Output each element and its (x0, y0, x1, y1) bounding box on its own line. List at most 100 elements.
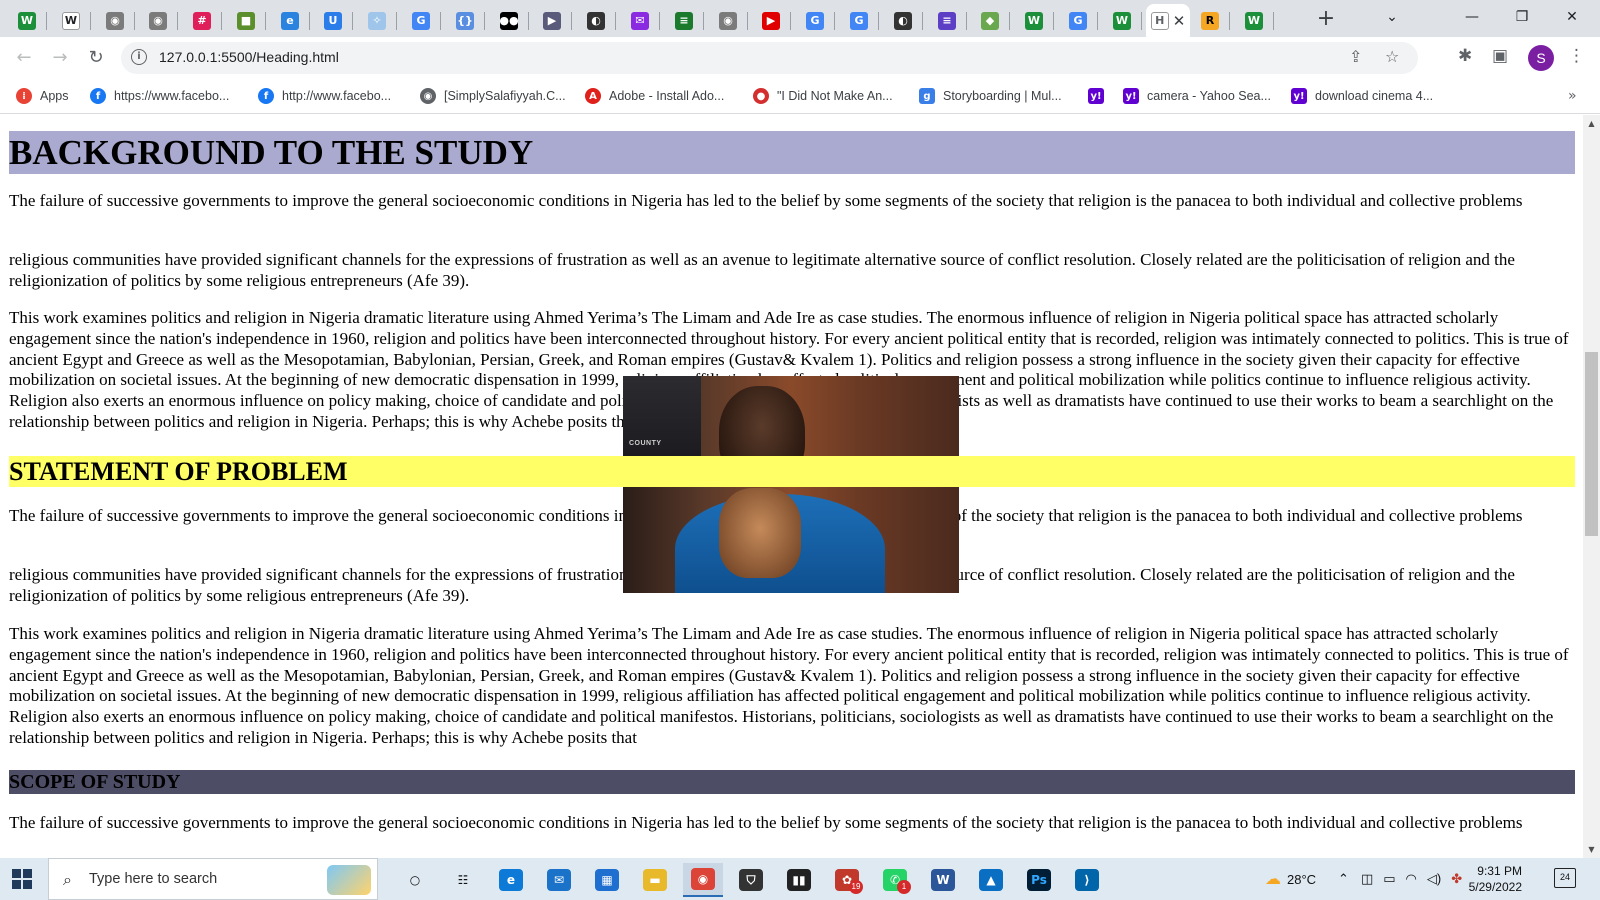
weather-icon[interactable]: ☁ (1265, 869, 1281, 889)
taskbar-app-task-view[interactable]: ○ (395, 863, 435, 897)
photo-poster-text: COUNTY (629, 440, 662, 447)
tab-medium[interactable]: ●● (489, 4, 529, 37)
tab-search-button[interactable]: ⌄ (1367, 0, 1417, 34)
bookmark-facebook[interactable]: f http://www.facebo... (258, 86, 391, 106)
taskbar-app-photoshop[interactable]: Ps (1019, 863, 1059, 897)
taskbar-app-photos[interactable]: ▲ (971, 863, 1011, 897)
braces-icon: {} (456, 11, 474, 30)
taskbar-app-whatsapp[interactable]: ✆ 1 (875, 863, 915, 897)
bookmark-apps-grid[interactable]: ⁞ Apps (16, 86, 69, 106)
tab-spark[interactable]: ✧ (357, 4, 397, 37)
bookmark-yahoo[interactable]: y! (1088, 86, 1112, 106)
tab-github[interactable]: ◐ (576, 4, 616, 37)
tab-wikipedia[interactable]: W (1014, 4, 1054, 37)
tab-wikipedia-book[interactable]: W (51, 4, 91, 37)
tab-slack[interactable]: # (182, 4, 222, 37)
bookmark-yahoo[interactable]: y! download cinema 4... (1291, 86, 1433, 106)
battery-icon[interactable]: ▭ (1383, 871, 1395, 887)
taskbar-app-vpn[interactable]: ⛉ (731, 863, 771, 897)
reload-button[interactable]: ↻ (82, 44, 110, 72)
bookmark-star-icon[interactable]: ☆ (1385, 47, 1399, 66)
taskbar-app-audio[interactable]: ▮▮ (779, 863, 819, 897)
menu-icon[interactable]: ⋮ (1568, 46, 1585, 66)
new-tab-button[interactable]: + (1312, 6, 1340, 34)
taskbar-app-widgets[interactable]: ☷ (443, 863, 483, 897)
tab-google[interactable]: G (839, 4, 879, 37)
search-placeholder[interactable]: Type here to search (89, 871, 217, 887)
extensions-icon[interactable]: ✱ (1458, 46, 1472, 66)
bookmark-pin[interactable]: ● "I Did Not Make An... (753, 86, 893, 106)
taskbar-app-vscode[interactable]: ⟩ (1067, 863, 1107, 897)
back-button[interactable]: ← (10, 44, 38, 72)
tab-wikipedia[interactable]: W (7, 4, 47, 37)
tab-youtube[interactable]: ▶ (751, 4, 791, 37)
tab-edge[interactable]: e (270, 4, 310, 37)
taskbar-app-colorful[interactable]: ✿ 19 (827, 863, 867, 897)
tab-braces[interactable]: {} (445, 4, 485, 37)
close-window-button[interactable]: ✕ (1547, 0, 1597, 34)
taskbar-app-explorer[interactable]: ▬ (635, 863, 675, 897)
tab-globe[interactable]: ◉ (95, 4, 135, 37)
tab-separator (834, 12, 835, 30)
taskbar-app-store[interactable]: ▦ (587, 863, 627, 897)
scroll-up-icon[interactable]: ▲ (1583, 115, 1600, 132)
notifications-icon[interactable]: 24 (1554, 868, 1576, 888)
taskbar-app-mail[interactable]: ✉ (539, 863, 579, 897)
bookmark-adobe[interactable]: A Adobe - Install Ado... (585, 86, 724, 106)
weather-temp[interactable]: 28°C (1287, 872, 1316, 887)
bookmark-label: https://www.facebo... (114, 89, 230, 103)
tab-mail[interactable]: ✉ (620, 4, 660, 37)
start-button[interactable] (12, 869, 32, 889)
bookmarks-overflow-icon[interactable]: » (1568, 88, 1577, 104)
tab-heading-page[interactable]: H ✕ (1146, 4, 1190, 37)
tab-notes[interactable]: ≡ (927, 4, 967, 37)
tab-play[interactable]: ▶ (532, 4, 572, 37)
tab-google[interactable]: G (401, 4, 441, 37)
tab-r-app[interactable]: R (1190, 4, 1230, 37)
taskbar-app-edge[interactable]: e (491, 863, 531, 897)
tab-separator (966, 12, 967, 30)
tab-google[interactable]: G (1058, 4, 1098, 37)
canva-icon: ■ (237, 11, 255, 30)
tab-google[interactable]: G (795, 4, 835, 37)
tab-globe[interactable]: ◉ (138, 4, 178, 37)
tab-separator (134, 12, 135, 30)
address-bar[interactable]: i 127.0.0.1:5500/Heading.html ⇪ ☆ (121, 42, 1418, 74)
forward-button[interactable]: → (46, 44, 74, 72)
tab-globe[interactable]: ◉ (708, 4, 748, 37)
tab-github[interactable]: ◐ (883, 4, 923, 37)
taskbar-app-word[interactable]: W (923, 863, 963, 897)
tab-canva[interactable]: ■ (226, 4, 266, 37)
tab-foodhub[interactable]: ≡ (664, 4, 704, 37)
system-tray: ☁ 28°C ⌃ ◫ ▭ ◠ ◁) ✤ (1265, 858, 1462, 900)
share-icon[interactable]: ⇪ (1349, 47, 1362, 66)
site-info-icon[interactable]: i (131, 49, 147, 65)
bookmark-storyboard[interactable]: g Storyboarding | Mul... (919, 86, 1062, 106)
network-icon[interactable]: ◫ (1361, 871, 1373, 887)
scroll-down-icon[interactable]: ▼ (1583, 841, 1600, 858)
vpn-icon: ⛉ (739, 869, 763, 891)
scrollbar-thumb[interactable] (1585, 351, 1598, 537)
github-icon: ◐ (894, 11, 912, 30)
bookmark-yahoo[interactable]: y! camera - Yahoo Sea... (1123, 86, 1271, 106)
side-panel-icon[interactable]: ▣ (1492, 46, 1508, 66)
taskbar-search[interactable]: ⌕ Type here to search (48, 858, 378, 900)
taskbar-app-chrome[interactable]: ◉ (683, 863, 723, 897)
close-tab-icon[interactable]: ✕ (1173, 12, 1186, 30)
tab-maps[interactable]: ◆ (970, 4, 1010, 37)
bookmark-facebook[interactable]: f https://www.facebo... (90, 86, 229, 106)
bookmark-label: Adobe - Install Ado... (609, 89, 725, 103)
profile-avatar[interactable]: S (1528, 45, 1554, 71)
tab-wikipedia[interactable]: W (1234, 4, 1274, 37)
url-text[interactable]: 127.0.0.1:5500/Heading.html (159, 49, 339, 65)
tray-overflow-icon[interactable]: ⌃ (1338, 871, 1349, 887)
tab-word-u[interactable]: U (313, 4, 353, 37)
minimize-button[interactable]: — (1447, 0, 1497, 34)
tab-wikipedia[interactable]: W (1102, 4, 1142, 37)
restore-button[interactable]: ❐ (1497, 0, 1547, 34)
page-scrollbar[interactable]: ▲ ▼ (1583, 115, 1600, 858)
clock[interactable]: 9:31 PM 5/29/2022 (1452, 863, 1522, 895)
volume-icon[interactable]: ◁) (1427, 871, 1441, 887)
wifi-icon[interactable]: ◠ (1406, 871, 1417, 887)
bookmark-globe[interactable]: ◉ [SimplySalafiyyah.C... (420, 86, 566, 106)
